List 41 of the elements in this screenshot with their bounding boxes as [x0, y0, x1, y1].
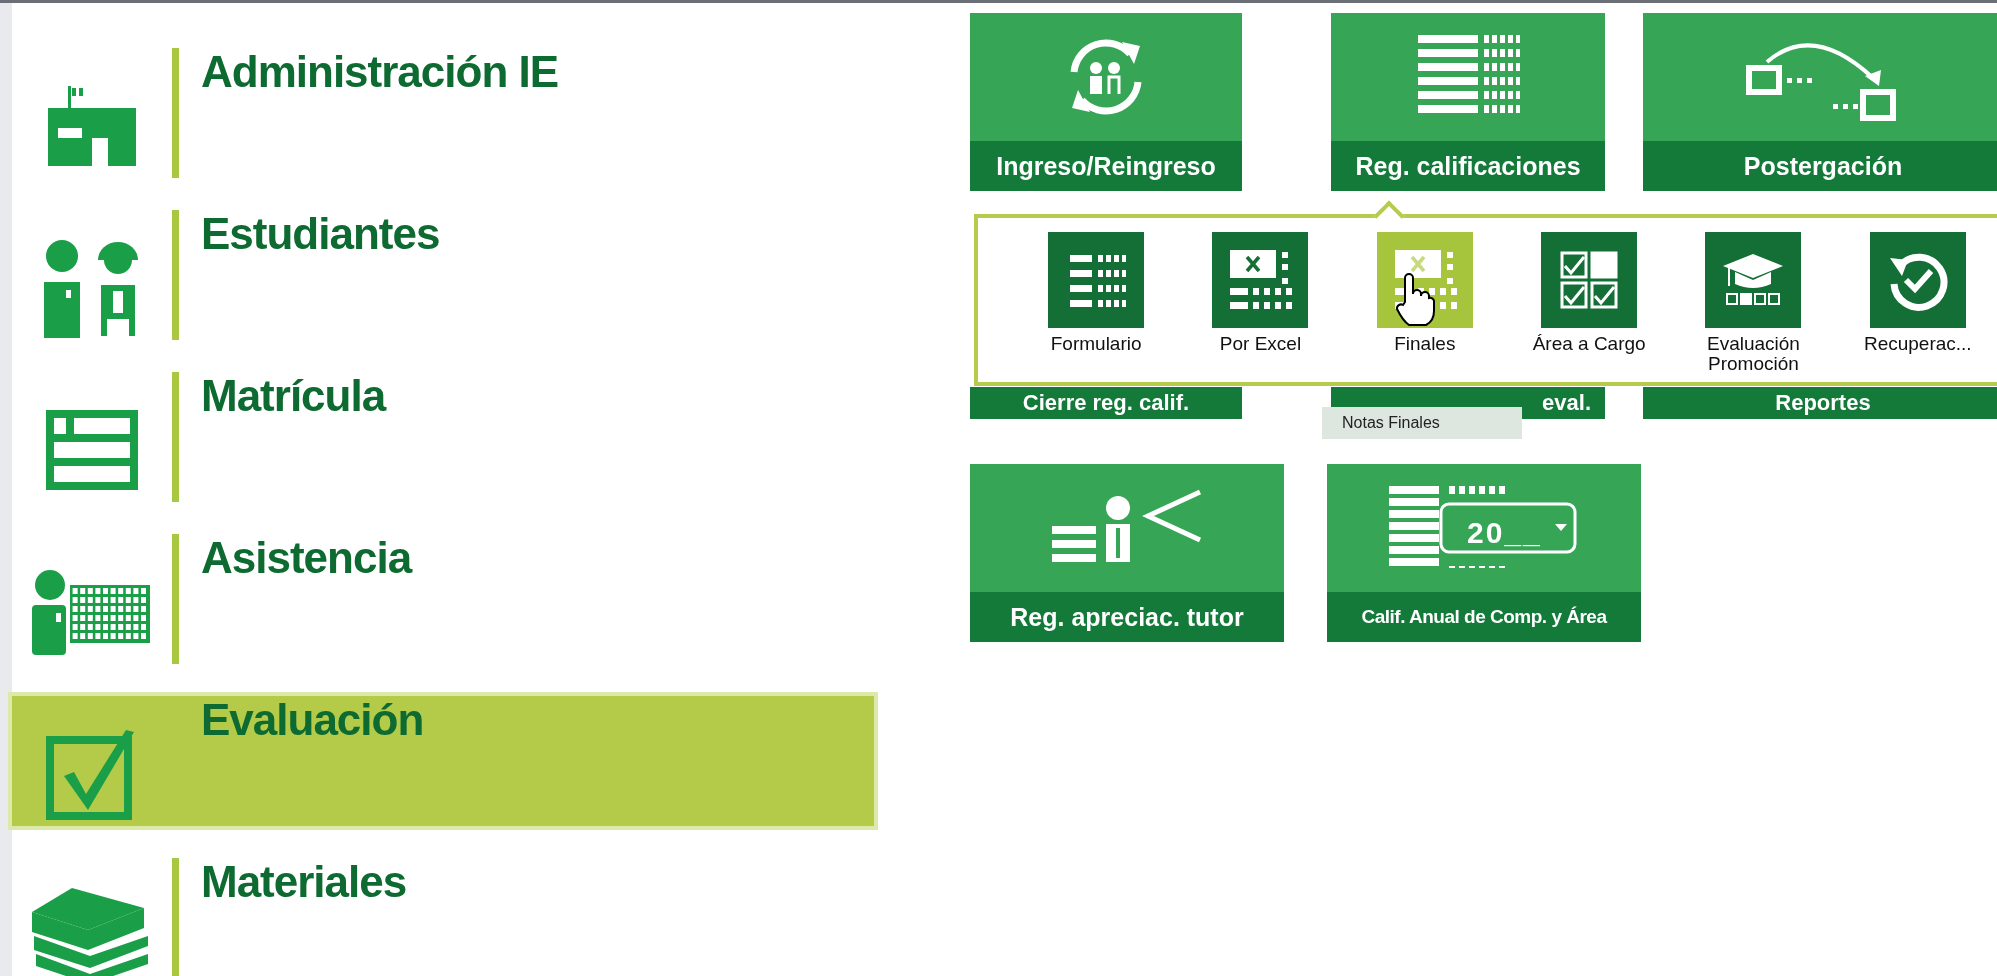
submenu-label: Evaluación Promoción — [1706, 334, 1801, 374]
hand-cursor-icon — [1394, 272, 1435, 326]
submenu-item[interactable]: Por Excel — [1178, 232, 1343, 382]
menu-tile[interactable]: Ingreso/Reingreso — [970, 13, 1242, 191]
person-calendar-icon — [32, 569, 152, 655]
submenu-label: Formulario — [1049, 334, 1143, 354]
submenu-label: Finales — [1393, 334, 1457, 354]
submenu-item[interactable]: Evaluación Promoción — [1671, 232, 1836, 382]
sidebar-item[interactable]: Materiales — [12, 858, 882, 976]
submenu-label: Recuperac... — [1862, 334, 1973, 354]
year-text: 20__ — [1467, 516, 1542, 550]
year-picker-icon — [1389, 486, 1579, 570]
sidebar-label: Evaluación — [200, 696, 424, 746]
menu-tile[interactable]: Postergación — [1643, 13, 1997, 191]
tile-label: Cierre reg. calif. — [970, 387, 1242, 419]
submenu-item[interactable]: Formulario — [1014, 232, 1179, 382]
sidebar-label: Materiales — [200, 858, 407, 908]
sidebar-label: Asistencia — [200, 534, 412, 584]
submenu-item[interactable]: Finales — [1342, 232, 1507, 382]
tile-label: Reg. apreciac. tutor — [970, 592, 1284, 642]
menu-tile[interactable]: 20__ Calif. Anual de Comp. y Área — [1327, 464, 1641, 642]
submenu-item[interactable]: Área a Cargo — [1507, 232, 1672, 382]
sidebar-item[interactable]: Asistencia — [12, 534, 882, 664]
sidebar-item[interactable]: Matrícula — [12, 372, 882, 502]
tile-label: Reg. calificaciones — [1331, 141, 1605, 191]
submenu-label: Por Excel — [1218, 334, 1303, 354]
submenu-label: Área a Cargo — [1531, 334, 1647, 354]
menu-tile[interactable]: Reg. calificaciones — [1331, 13, 1605, 191]
sidebar-item[interactable]: Estudiantes — [12, 210, 882, 340]
menu-tile[interactable]: Reg. apreciac. tutor — [970, 464, 1284, 642]
submenu-item[interactable]: Recuperac... — [1835, 232, 1997, 382]
sidebar-label: Matrícula — [200, 372, 386, 422]
sidebar-label: Administración IE — [200, 48, 559, 98]
tooltip: Notas Finales — [1322, 407, 1522, 439]
sidebar-item[interactable]: Administración IE — [12, 48, 882, 178]
sidebar-label: Estudiantes — [200, 210, 440, 260]
tile-label: Reportes — [1643, 387, 1997, 419]
tile-label: Postergación — [1643, 141, 1997, 191]
tile-label: Ingreso/Reingreso — [970, 141, 1242, 191]
form-icon — [46, 410, 138, 490]
tile-label: Calif. Anual de Comp. y Área — [1327, 592, 1641, 642]
